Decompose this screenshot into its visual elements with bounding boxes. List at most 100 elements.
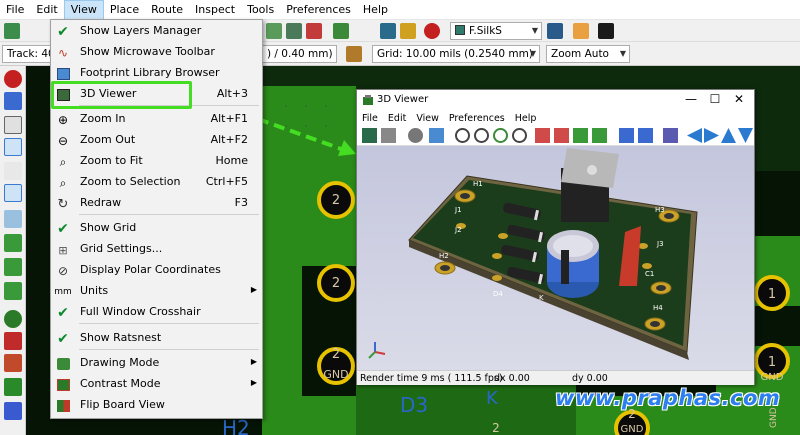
view-menu-item-units[interactable]: mm Units ▶ [51,281,262,302]
view-menu-item-display-polar-coordinates[interactable]: ⊘ Display Polar Coordinates [51,260,262,281]
view-menu-item-grid-settings[interactable]: ⊞ Grid Settings... [51,239,262,260]
menu-route[interactable]: Route [145,0,189,20]
chevron-down-icon: ▼ [619,49,626,58]
pan-right-icon[interactable] [704,128,719,143]
silk-label-k: K [539,294,544,302]
copy-clipboard-icon[interactable] [381,128,396,143]
menu-help[interactable]: Help [357,0,394,20]
close-icon[interactable]: ✕ [725,92,753,106]
grid-toggle-icon[interactable] [266,23,282,39]
cursor-shape-icon[interactable] [4,184,22,202]
view-menu-item-redraw[interactable]: ↻ Redraw F3 [51,193,262,214]
via-size-value: ) / 0.40 mm) * [267,48,337,60]
python-icon[interactable] [400,23,416,39]
layers-manager-icon[interactable] [4,402,22,420]
scripting-icon[interactable] [573,23,589,39]
rotate-y-ccw-icon[interactable] [592,128,607,143]
via-size-select[interactable]: ) / 0.40 mm) * [263,45,337,63]
zoom-in-icon: ⊕ [57,113,69,127]
microwave-tools-icon[interactable] [4,378,22,396]
pan-down-icon[interactable] [738,128,753,143]
track-width-select[interactable]: Track: 40.0 [2,45,54,63]
netlist-icon[interactable] [380,23,396,39]
rotate-x-cw-icon[interactable] [535,128,550,143]
menu-edit[interactable]: Edit [30,0,63,20]
export-image-icon[interactable] [362,128,377,143]
zoom-in-icon[interactable] [455,128,470,143]
silk-label-d4: D4 [493,290,503,298]
upload-icon[interactable] [4,23,20,39]
pcb-calc-icon[interactable] [333,23,349,39]
pan-up-icon[interactable] [721,128,736,143]
viewer-menu-view[interactable]: View [411,112,444,126]
route-icon[interactable] [306,23,322,39]
view-menu-item-label: Show Layers Manager [80,24,202,37]
menu-preferences[interactable]: Preferences [280,0,357,20]
console-icon[interactable] [598,23,614,39]
raytracing-cube-icon[interactable] [429,128,444,143]
grid-select[interactable]: Grid: 10.00 mils (0.2540 mm) ▼ [372,45,540,63]
shortcut-label: F3 [234,196,248,209]
drc-bug-icon[interactable] [4,70,22,88]
zoom-out-icon[interactable] [474,128,489,143]
pan-left-icon[interactable] [687,128,702,143]
high-contrast-icon[interactable] [4,354,22,372]
pad-outline-icon[interactable] [4,258,22,276]
view-menu-item-full-window-crosshair[interactable]: ✔ Full Window Crosshair [51,302,262,323]
view-menu-item-label: Flip Board View [80,398,165,411]
redraw-icon[interactable] [493,128,508,143]
view-menu-item-zoom-out[interactable]: ⊖ Zoom Out Alt+F2 [51,130,262,151]
pcb-pad-label: GND [323,368,348,381]
ratsnest-icon[interactable] [4,210,22,228]
silk-label-c1: C1 [645,270,654,278]
3d-viewer-titlebar[interactable]: 3D Viewer — ☐ ✕ [357,90,754,112]
zone-display-icon[interactable] [4,310,22,328]
view-menu-item-show-grid[interactable]: ✔ Show Grid [51,218,262,239]
polar-coords-icon[interactable] [4,116,22,134]
footprint-icon[interactable] [286,23,302,39]
view-menu-item-zoom-to-selection[interactable]: ⌕ Zoom to Selection Ctrl+F5 [51,172,262,193]
rotate-y-cw-icon[interactable] [573,128,588,143]
3d-viewer-app-icon [363,95,373,105]
view-menu-item-zoom-to-fit[interactable]: ⌕ Zoom to Fit Home [51,151,262,172]
viewer-menu-edit[interactable]: Edit [383,112,411,126]
view-menu-item-drawing-mode[interactable]: Drawing Mode ▶ [51,353,262,374]
mm-units-icon[interactable] [4,162,22,180]
via-outline-icon[interactable] [4,282,22,300]
rotate-x-ccw-icon[interactable] [554,128,569,143]
menu-tools[interactable]: Tools [241,0,280,20]
3d-render-canvas[interactable]: H1 H2 H3 H4 J1 J2 J3 D4 K C1 [357,146,754,370]
zoom-select[interactable]: Zoom Auto ▼ [546,45,630,63]
main-menubar: File Edit View Place Route Inspect Tools Prefer… [0,0,800,20]
zone-fill-icon[interactable] [4,332,22,350]
menu-view[interactable]: View [63,0,104,20]
layer-select[interactable]: F.SilkS ▼ [450,22,542,40]
auto-width-icon[interactable] [346,46,362,62]
settings-gear-icon[interactable] [408,128,423,143]
view-menu-dropdown: ✔ Show Layers Manager ∿ Show Microwave Tool… [50,19,263,419]
track-outline-icon[interactable] [4,234,22,252]
bug-icon[interactable] [424,23,440,39]
viewer-menu-preferences[interactable]: Preferences [444,112,510,126]
view-menu-item-zoom-in[interactable]: ⊕ Zoom In Alt+F1 [51,109,262,130]
zoom-fit-icon[interactable] [512,128,527,143]
view-menu-item-flip-board-view[interactable]: Flip Board View [51,395,262,416]
viewer-menu-file[interactable]: File [357,112,383,126]
inch-units-icon[interactable] [4,138,22,156]
layer-pair-icon[interactable] [547,23,563,39]
flip-board-icon[interactable] [663,128,678,143]
3d-viewer-toolbar [357,126,754,146]
view-menu-item-label: Grid Settings... [80,242,163,255]
3d-viewer-window[interactable]: 3D Viewer — ☐ ✕ File Edit View Preferences H… [356,89,755,385]
view-menu-item-show-layers-manager[interactable]: ✔ Show Layers Manager [51,21,262,42]
view-menu-item-contrast-mode[interactable]: Contrast Mode ▶ [51,374,262,395]
menu-inspect[interactable]: Inspect [189,0,241,20]
view-menu-item-show-microwave-toolbar[interactable]: ∿ Show Microwave Toolbar [51,42,262,63]
menu-place[interactable]: Place [104,0,145,20]
rotate-z-cw-icon[interactable] [619,128,634,143]
menu-file[interactable]: File [0,0,30,20]
rotate-z-ccw-icon[interactable] [638,128,653,143]
view-menu-item-show-ratsnest[interactable]: ✔ Show Ratsnest [51,328,262,349]
grid-dots-icon[interactable] [4,92,22,110]
viewer-menu-help[interactable]: Help [510,112,542,126]
